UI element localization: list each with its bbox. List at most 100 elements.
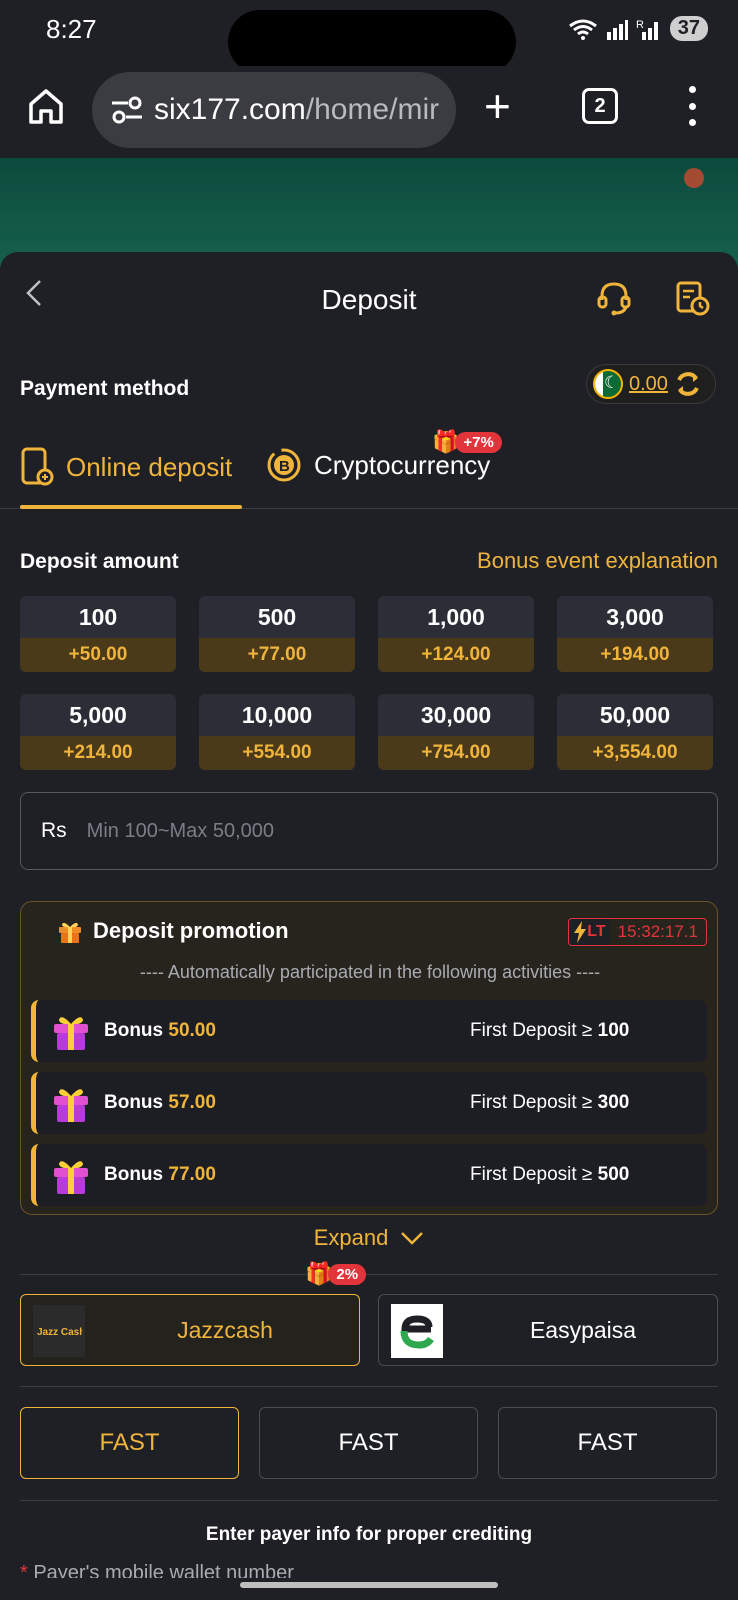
payment-channels: Jazz Cash Jazzcash 🎁 2% Easypaisa (20, 1261, 718, 1366)
countdown-timer: 15:32:17.1 (617, 922, 698, 941)
url-domain: six177.com (154, 93, 306, 126)
amount-bonus: +754.00 (378, 736, 534, 770)
address-bar[interactable]: six177.com/home/mir (92, 72, 456, 148)
amount-option[interactable]: 10,000 +554.00 (199, 694, 355, 770)
condition-label: First Deposit ≥ (470, 1092, 598, 1113)
amount-value: 10,000 (241, 701, 313, 728)
promotion-bonus: Bonus 57.00 (104, 1092, 216, 1114)
payer-info-heading: Enter payer info for proper crediting (205, 1524, 533, 1545)
phone-deposit-icon (21, 447, 54, 486)
amount-bonus: +214.00 (20, 736, 176, 770)
gift-box-icon (54, 1161, 88, 1194)
condition-label: First Deposit ≥ (470, 1164, 598, 1185)
channel-label: Easypaisa (529, 1316, 637, 1343)
browser-toolbar: six177.com/home/mir + 2 (0, 66, 738, 158)
payment-method-label: Payment method (20, 377, 190, 400)
amount-option[interactable]: 30,000 +754.00 (378, 694, 534, 770)
gift-box-icon (54, 1089, 88, 1122)
lightning-icon: LT (569, 919, 610, 945)
deposit-sheet: Deposit Payment method 0.00 Online depos… (0, 252, 738, 1600)
amount-input-field: Rs (20, 792, 718, 870)
payer-wallet-label: * Payer's mobile wallet number (20, 1562, 294, 1578)
tab-online-deposit[interactable]: Online deposit (20, 447, 232, 487)
divider (20, 1274, 718, 1275)
amount-bonus: +124.00 (378, 638, 534, 672)
limited-time-badge: LT 15:32:17.1 (568, 918, 707, 946)
channel-jazzcash[interactable]: Jazz Cash Jazzcash 🎁 2% (20, 1261, 367, 1366)
amount-option[interactable]: 500 +77.00 (199, 596, 355, 672)
gift-icon (59, 922, 81, 943)
more-menu-icon[interactable] (682, 86, 702, 126)
battery-indicator: 37 (669, 16, 708, 41)
bonus-value: 50.00 (168, 1020, 216, 1041)
status-time: 8:27 (46, 14, 97, 44)
divider (20, 1386, 718, 1387)
channel-label: Jazzcash (177, 1316, 273, 1343)
speed-option[interactable]: FAST (498, 1407, 717, 1479)
jazzcash-logo: Jazz Cash (33, 1305, 85, 1357)
wifi-icon (568, 19, 597, 40)
home-icon[interactable] (26, 86, 66, 126)
bonus-label: Bonus (104, 1020, 169, 1041)
promotion-condition: First Deposit ≥ 500 (470, 1164, 629, 1186)
amount-value: 3,000 (606, 603, 664, 630)
crypto-bonus-badge: 🎁 +7% (432, 429, 502, 455)
amount-value: 500 (257, 603, 297, 630)
speed-options: FAST FAST FAST (20, 1407, 718, 1479)
condition-label: First Deposit ≥ (470, 1020, 598, 1041)
site-settings-icon[interactable] (110, 95, 144, 125)
promotion-bonus: Bonus 50.00 (104, 1020, 216, 1042)
amount-option[interactable]: 50,000 +3,554.00 (557, 694, 713, 770)
refresh-icon[interactable] (674, 370, 702, 398)
gift-box-icon (54, 1017, 88, 1050)
camera-cutout (228, 10, 516, 74)
bonus-label: Bonus (104, 1164, 169, 1185)
bitcoin-icon: B (267, 448, 301, 482)
svg-text:B: B (279, 458, 290, 475)
amount-bonus: +194.00 (557, 638, 713, 672)
amount-input[interactable] (86, 819, 647, 843)
promotion-title-text: Deposit promotion (93, 918, 289, 943)
speed-option[interactable]: FAST (20, 1407, 239, 1479)
amount-value: 1,000 (427, 603, 485, 630)
balance-value: 0.00 (629, 372, 668, 395)
amount-bonus: +77.00 (199, 638, 355, 672)
promotion-row: Bonus 57.00 First Deposit ≥ 300 (31, 1072, 707, 1134)
speed-option[interactable]: FAST (259, 1407, 478, 1479)
amount-option[interactable]: 100 +50.00 (20, 596, 176, 672)
signal-roaming-icon: R (636, 19, 658, 40)
chevron-down-icon (401, 1232, 424, 1245)
lt-label: LT (587, 923, 606, 940)
signal-icon (606, 19, 628, 40)
promotion-title: Deposit promotion (57, 918, 289, 944)
expand-label: Expand (313, 1225, 389, 1250)
balance-pill[interactable]: 0.00 (586, 364, 716, 404)
history-icon[interactable] (674, 280, 710, 316)
amount-value: 5,000 (69, 701, 127, 728)
jazzcash-logo-text: Jazz Cash (37, 1327, 82, 1338)
amount-bonus: +50.00 (20, 638, 176, 672)
crypto-bonus-percent: +7% (455, 431, 502, 453)
amount-option[interactable]: 1,000 +124.00 (378, 596, 534, 672)
promotion-row: Bonus 50.00 First Deposit ≥ 100 (31, 1000, 707, 1062)
promotion-bonus: Bonus 77.00 (104, 1164, 216, 1186)
amount-option[interactable]: 5,000 +214.00 (20, 694, 176, 770)
expand-button[interactable]: Expand (0, 1225, 738, 1251)
promotion-subtitle: ---- Automatically participated in the f… (139, 962, 601, 982)
status-icons: R 37 (568, 16, 708, 41)
easypaisa-logo (391, 1304, 443, 1358)
amount-option[interactable]: 3,000 +194.00 (557, 596, 713, 672)
condition-value: 500 (597, 1164, 630, 1185)
new-tab-icon[interactable]: + (484, 83, 511, 129)
svg-text:R: R (636, 19, 644, 31)
pakistan-flag-icon (593, 369, 623, 399)
condition-value: 300 (597, 1092, 630, 1113)
tab-switcher-button[interactable]: 2 (582, 88, 618, 124)
active-tab-indicator (20, 505, 242, 509)
bonus-event-explanation-link[interactable]: Bonus event explanation (477, 548, 718, 574)
customer-support-icon[interactable] (596, 280, 632, 316)
amount-value: 100 (78, 603, 118, 630)
channel-easypaisa[interactable]: Easypaisa (378, 1294, 718, 1366)
condition-value: 100 (597, 1020, 630, 1041)
home-indicator[interactable] (240, 1582, 498, 1588)
